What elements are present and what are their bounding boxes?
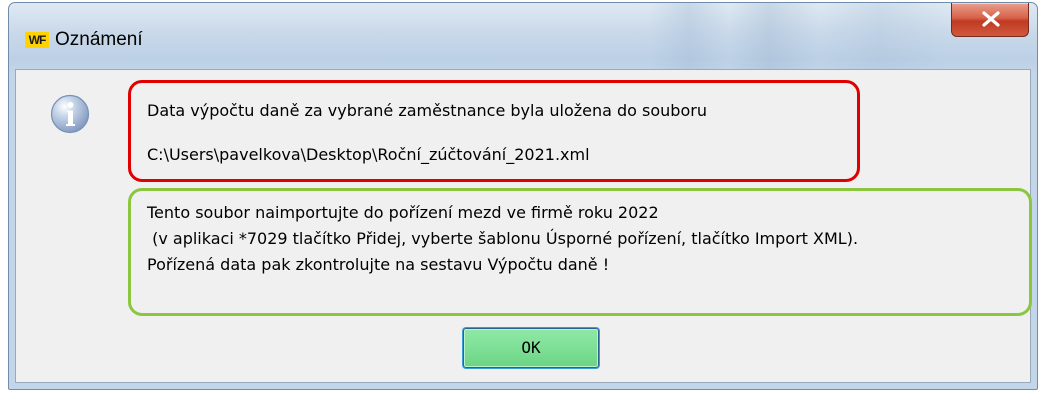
ok-button[interactable]: OK <box>463 328 599 368</box>
dialog-title: Oznámení <box>55 29 143 50</box>
close-button[interactable] <box>951 3 1029 37</box>
instruction-line-1: Tento soubor naimportujte do pořízení me… <box>147 203 659 222</box>
dialog-client-area: Data výpočtu daně za vybrané zaměstnance… <box>15 69 1032 383</box>
app-logo-icon: WF <box>25 32 49 48</box>
info-icon <box>50 94 90 134</box>
instruction-line-2: (v aplikaci *7029 tlačítko Přidej, vyber… <box>147 229 859 248</box>
saved-message-text: Data výpočtu daně za vybrané zaměstnance… <box>147 101 707 120</box>
close-x-icon <box>982 11 1000 27</box>
dialog-window: WF Oznámení Data výpočtu daně za vybrané… <box>8 2 1038 390</box>
titlebar[interactable]: WF Oznámení <box>9 3 1037 69</box>
file-path-text: C:\Users\pavelkova\Desktop\Roční_zúčtová… <box>147 145 590 164</box>
instruction-line-3: Pořízená data pak zkontrolujte na sestav… <box>147 255 610 274</box>
import-instructions-message: Tento soubor naimportujte do pořízení me… <box>128 188 1032 316</box>
file-path-message: Data výpočtu daně za vybrané zaměstnance… <box>128 80 860 182</box>
